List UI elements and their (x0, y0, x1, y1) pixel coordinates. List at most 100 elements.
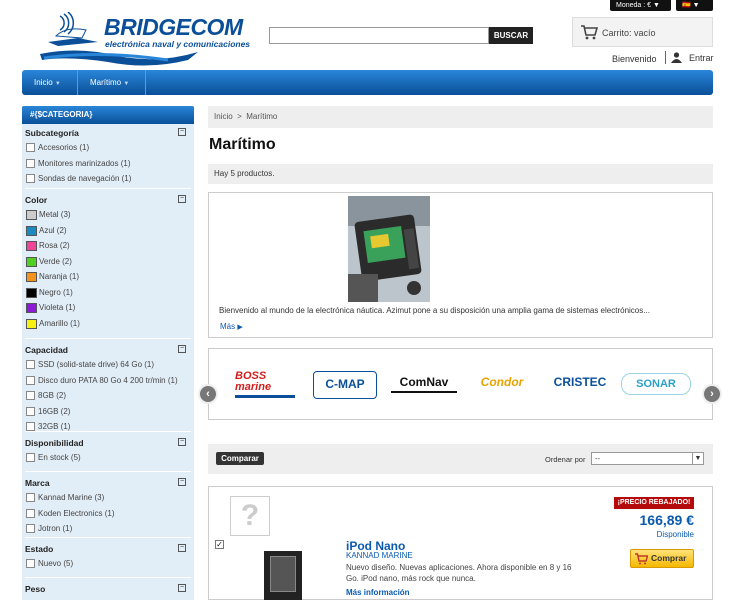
color-swatch[interactable] (26, 272, 37, 282)
breadcrumb-current: Marítimo (246, 112, 278, 121)
brand-label: BOSS marine (235, 370, 272, 393)
color-swatch[interactable] (26, 318, 37, 329)
filter-option-label: Sondas de navegación (1) (38, 174, 132, 183)
breadcrumb-home[interactable]: Inicio (214, 112, 233, 121)
filter-option[interactable]: Verde (2) (26, 256, 72, 271)
filter-option-label: Negro (1) (39, 287, 73, 297)
cart-icon (635, 553, 648, 565)
filter-option[interactable]: 32GB (1) (26, 422, 70, 436)
filter-checkbox[interactable] (26, 391, 35, 401)
more-label: Más (220, 322, 236, 331)
compare-checkbox[interactable]: ✓ (215, 540, 224, 549)
filter-option[interactable]: Jotron (1) (26, 524, 72, 538)
filter-option[interactable]: Accesorios (1) (26, 143, 89, 157)
search-button[interactable]: BUSCAR (489, 27, 533, 44)
brand-logo-boss[interactable]: BOSS marine (235, 370, 301, 398)
product-price: 166,89 € (639, 512, 695, 528)
filter-option-label: Jotron (1) (38, 524, 73, 533)
category-description-box (208, 192, 713, 338)
color-swatch[interactable] (26, 210, 37, 220)
sort-select[interactable]: -- ▼ (591, 452, 704, 465)
filter-checkbox[interactable] (26, 158, 35, 168)
filter-option[interactable]: Koden Electronics (1) (26, 509, 114, 523)
currency-selector[interactable]: Moneda : € ▼ (610, 0, 671, 11)
more-link[interactable]: Más ▶ (220, 322, 243, 331)
filter-option[interactable]: SSD (solid-state drive) 64 Go (1) (26, 360, 154, 374)
collapse-icon[interactable]: − (178, 584, 186, 592)
product-description: Nuevo diseño. Nuevas aplicaciones. Ahora… (346, 563, 572, 583)
filter-option-label: Nuevo (5) (38, 559, 74, 568)
search-input[interactable] (269, 27, 489, 44)
color-swatch[interactable] (26, 225, 37, 236)
filter-option[interactable]: Amarillo (1) (26, 318, 80, 333)
brand-logo-cristec[interactable]: CRISTEC (545, 375, 615, 395)
filter-checkbox[interactable] (26, 453, 35, 463)
color-swatch[interactable] (26, 287, 37, 298)
filter-option-label: En stock (5) (38, 453, 81, 462)
collapse-icon[interactable]: − (178, 438, 186, 446)
filter-option[interactable]: 8GB (2) (26, 391, 66, 405)
collapse-icon[interactable]: − (178, 195, 186, 203)
filter-option-label: Violeta (1) (39, 303, 76, 313)
filter-option[interactable]: 16GB (2) (26, 407, 70, 421)
filter-option[interactable]: Kannad Marine (3) (26, 493, 104, 507)
filter-option-label: Amarillo (1) (39, 318, 80, 328)
filter-checkbox[interactable] (26, 360, 35, 370)
filter-option[interactable]: Disco duro PATA 80 Go 4 200 tr/min (1) (26, 376, 178, 390)
filter-option[interactable]: Nuevo (5) (26, 559, 73, 573)
breadcrumb: Inicio > Marítimo (208, 106, 713, 128)
buy-button[interactable]: Comprar (630, 549, 694, 568)
collapse-icon[interactable]: − (178, 478, 186, 486)
sale-badge: ¡PRECIO REBAJADO! (614, 497, 694, 509)
color-swatch[interactable] (26, 303, 37, 313)
product-brand[interactable]: KANNAD MARINE (346, 551, 413, 560)
page-title: Marítimo (209, 136, 276, 153)
color-swatch[interactable] (26, 241, 37, 251)
filter-option[interactable]: Negro (1) (26, 287, 73, 302)
login-link[interactable]: Entrar (689, 53, 714, 63)
filter-checkbox[interactable] (26, 493, 35, 503)
filter-option[interactable]: Monitores marinizados (1) (26, 159, 130, 173)
carousel-next-button[interactable]: › (702, 384, 722, 404)
filter-option[interactable]: Naranja (1) (26, 272, 79, 286)
product-toolbar: Comparar Ordenar por -- ▼ (208, 444, 713, 474)
filter-checkbox[interactable] (26, 559, 35, 569)
category-image (348, 196, 430, 302)
marine-electronics-image (348, 196, 430, 302)
collapse-icon[interactable]: − (178, 128, 186, 136)
filter-option-label: Rosa (2) (39, 241, 70, 251)
filter-option[interactable]: Sondas de navegación (1) (26, 174, 131, 188)
brand-carousel: BOSS marine C-MAP ComNav Condor CRISTEC … (208, 348, 713, 420)
filter-option-label: Monitores marinizados (1) (38, 158, 131, 168)
filter-checkbox[interactable] (26, 524, 35, 534)
brand-logo-sonar[interactable]: SONAR (621, 373, 691, 395)
filter-section-title: Color (25, 195, 48, 205)
cart-block[interactable]: Carrito: vacío (572, 17, 713, 47)
filter-option[interactable]: Azul (2) (26, 225, 67, 240)
carousel-prev-button[interactable]: ‹ (198, 384, 218, 404)
filter-option[interactable]: Metal (3) (26, 210, 71, 224)
color-swatch[interactable] (26, 256, 37, 267)
brand-label: CRISTEC (553, 375, 607, 389)
collapse-icon[interactable]: − (178, 544, 186, 552)
filter-option[interactable]: Rosa (2) (26, 241, 70, 255)
brand-logo-comnav[interactable]: ComNav (391, 375, 457, 393)
filter-checkbox[interactable] (26, 508, 35, 518)
filter-checkbox[interactable] (26, 375, 35, 385)
filter-option-label: Verde (2) (39, 256, 72, 266)
product-image[interactable] (264, 551, 302, 600)
collapse-icon[interactable]: − (178, 345, 186, 353)
compare-button[interactable]: Comparar (216, 452, 264, 465)
filter-option[interactable]: Violeta (1) (26, 303, 75, 317)
brand-label: Condor (480, 375, 524, 389)
product-more-info-link[interactable]: Más información (346, 588, 410, 597)
filter-option-label: 32GB (1) (38, 422, 71, 431)
brand-logo-cmap[interactable]: C-MAP (313, 371, 377, 399)
filter-checkbox[interactable] (26, 143, 35, 153)
brand-logo-condor[interactable]: Condor (467, 375, 537, 395)
language-selector[interactable]: 🇪🇸 ▼ (676, 0, 713, 11)
filter-option[interactable]: En stock (5) (26, 453, 81, 467)
filter-checkbox[interactable] (26, 406, 35, 416)
section-divider (25, 537, 191, 538)
filter-checkbox[interactable] (26, 174, 35, 184)
